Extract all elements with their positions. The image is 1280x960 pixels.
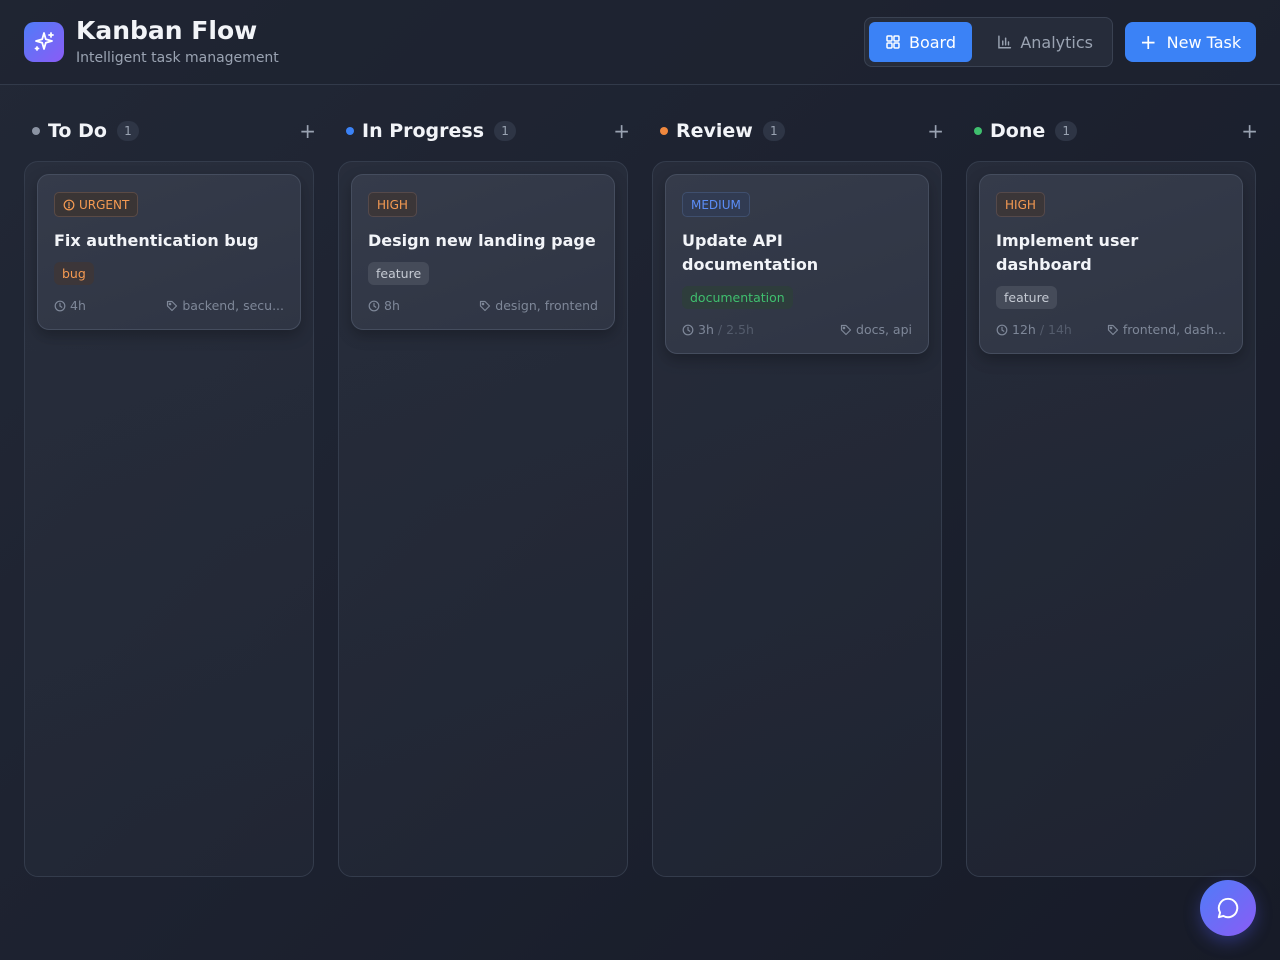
column-dropzone[interactable]: URGENT Fix authentication bug bug 4h bac… bbox=[24, 161, 314, 877]
card-tags: design, frontend bbox=[479, 298, 598, 313]
card-tags: docs, api bbox=[840, 322, 912, 337]
chat-button[interactable] bbox=[1200, 880, 1256, 936]
analytics-view-label: Analytics bbox=[1020, 32, 1093, 52]
column-title: In Progress bbox=[362, 120, 485, 142]
tag-list: backend, secu... bbox=[182, 298, 284, 313]
column-header: To Do 1 + bbox=[32, 118, 322, 144]
column-title: Review bbox=[676, 120, 753, 142]
card-tags: frontend, dash... bbox=[1107, 322, 1226, 337]
column-count-badge: 1 bbox=[762, 121, 785, 141]
time-spent: 4h bbox=[70, 298, 86, 313]
column-dropzone[interactable]: HIGH Design new landing page feature 8h … bbox=[338, 161, 628, 877]
column-dropzone[interactable]: HIGH Implement user dashboard feature 12… bbox=[966, 161, 1256, 877]
clock-icon bbox=[54, 300, 66, 311]
column-dropzone[interactable]: MEDIUM Update API documentation document… bbox=[652, 161, 942, 877]
tag-icon bbox=[167, 300, 178, 311]
priority-label: URGENT bbox=[79, 197, 130, 212]
time-tracking: 8h bbox=[368, 298, 404, 313]
card-label: feature bbox=[368, 262, 430, 285]
time-tracking: 12h / 14h bbox=[996, 322, 1072, 337]
task-card[interactable]: HIGH Design new landing page feature 8h … bbox=[351, 174, 615, 330]
app-header: Kanban Flow Intelligent task management … bbox=[0, 0, 1280, 85]
time-tracking: 3h / 2.5h bbox=[682, 322, 754, 337]
clock-icon bbox=[368, 300, 380, 311]
card-meta: 8h design, frontend bbox=[368, 298, 598, 313]
priority-badge: HIGH bbox=[368, 192, 417, 217]
card-meta: 3h / 2.5h docs, api bbox=[682, 322, 912, 337]
chat-bubble-icon bbox=[1217, 897, 1239, 919]
status-dot bbox=[660, 127, 668, 135]
view-switcher: Board Analytics bbox=[864, 17, 1113, 67]
add-card-button[interactable]: + bbox=[299, 118, 316, 144]
app-subtitle: Intelligent task management bbox=[76, 50, 279, 66]
card-label: feature bbox=[996, 286, 1058, 309]
app-title: Kanban Flow bbox=[76, 16, 258, 45]
time-spent: 8h bbox=[384, 298, 400, 313]
priority-badge: HIGH bbox=[996, 192, 1045, 217]
status-dot bbox=[346, 127, 354, 135]
analytics-view-button[interactable]: Analytics bbox=[981, 22, 1109, 62]
add-card-button[interactable]: + bbox=[613, 118, 630, 144]
alert-circle-icon bbox=[63, 199, 75, 210]
priority-label: HIGH bbox=[377, 197, 408, 212]
tag-icon bbox=[840, 324, 852, 335]
column-title: To Do bbox=[48, 120, 107, 142]
time-spent: 12h bbox=[1012, 322, 1036, 337]
card-title: Fix authentication bug bbox=[54, 231, 259, 250]
column-count-badge: 1 bbox=[494, 121, 517, 141]
add-card-button[interactable]: + bbox=[1241, 118, 1258, 144]
card-title: Design new landing page bbox=[368, 231, 596, 250]
column-count-badge: 1 bbox=[116, 121, 139, 141]
card-title: Update API documentation bbox=[682, 231, 819, 274]
bar-chart-icon bbox=[998, 35, 1012, 49]
tag-list: docs, api bbox=[856, 322, 912, 337]
tag-list: frontend, dash... bbox=[1122, 322, 1226, 337]
tag-icon bbox=[480, 300, 491, 311]
priority-badge: MEDIUM bbox=[682, 192, 750, 217]
task-card[interactable]: HIGH Implement user dashboard feature 12… bbox=[979, 174, 1243, 354]
column-header: Done 1 + bbox=[974, 118, 1264, 144]
time-estimate: / 14h bbox=[1039, 322, 1072, 337]
task-card[interactable]: URGENT Fix authentication bug bug 4h bac… bbox=[37, 174, 301, 330]
time-spent: 3h bbox=[698, 322, 714, 337]
card-label: documentation bbox=[682, 286, 793, 309]
priority-label: MEDIUM bbox=[691, 197, 741, 212]
tag-icon bbox=[1107, 324, 1118, 335]
new-task-button[interactable]: + New Task bbox=[1125, 22, 1256, 62]
board-view-label: Board bbox=[908, 32, 956, 52]
card-meta: 4h backend, secu... bbox=[54, 298, 284, 313]
sparkles-icon bbox=[24, 22, 64, 62]
card-title: Implement user dashboard bbox=[996, 231, 1139, 274]
add-card-button[interactable]: + bbox=[927, 118, 944, 144]
card-tags: backend, secu... bbox=[166, 298, 284, 313]
priority-badge: URGENT bbox=[54, 192, 139, 217]
time-estimate: / 2.5h bbox=[717, 322, 754, 337]
board-view-button[interactable]: Board bbox=[869, 22, 972, 62]
plus-icon: + bbox=[1139, 30, 1157, 54]
priority-label: HIGH bbox=[1005, 197, 1036, 212]
clock-icon bbox=[996, 324, 1008, 335]
tag-list: design, frontend bbox=[495, 298, 598, 313]
new-task-label: New Task bbox=[1166, 32, 1242, 52]
column-count-badge: 1 bbox=[1055, 121, 1078, 141]
status-dot bbox=[32, 127, 40, 135]
grid-icon bbox=[886, 35, 900, 49]
card-meta: 12h / 14h frontend, dash... bbox=[996, 322, 1226, 337]
time-tracking: 4h bbox=[54, 298, 90, 313]
task-card[interactable]: MEDIUM Update API documentation document… bbox=[665, 174, 929, 354]
card-label: bug bbox=[54, 262, 94, 285]
clock-icon bbox=[682, 324, 694, 335]
column-title: Done bbox=[990, 120, 1046, 142]
column-header: In Progress 1 + bbox=[346, 118, 636, 144]
status-dot bbox=[974, 127, 982, 135]
column-header: Review 1 + bbox=[660, 118, 950, 144]
